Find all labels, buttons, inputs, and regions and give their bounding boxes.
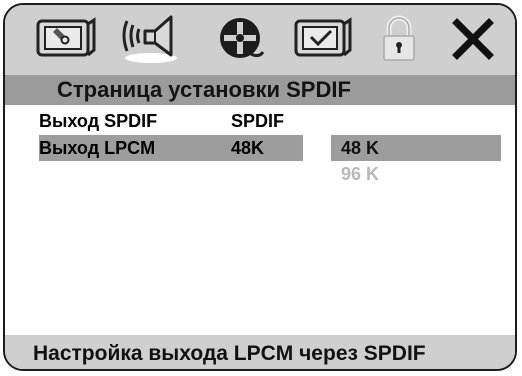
setting-label: Выход SPDIF [39, 111, 158, 131]
settings-panel: Выход SPDIF SPDIF Выход LPCM 48K 48 K 96… [5, 105, 515, 335]
setting-row-lpcm-output[interactable]: Выход LPCM 48K [39, 136, 303, 160]
setting-label: Выход LPCM [39, 138, 156, 158]
page-title: Страница установки SPDIF [57, 77, 351, 102]
page-title-bar: Страница установки SPDIF [5, 75, 515, 105]
password-lock-icon[interactable] [379, 15, 419, 63]
osd-setup-window: Страница установки SPDIF Выход SPDIF SPD… [3, 3, 517, 371]
option-96k[interactable]: 96 K [331, 161, 501, 187]
setup-toolbar [5, 5, 515, 75]
audio-setup-icon[interactable] [119, 15, 183, 63]
help-text: Настройка выхода LPCM через SPDIF [33, 342, 426, 365]
setting-value: 48K [231, 138, 265, 158]
exit-close-icon[interactable] [451, 15, 495, 63]
option-label: 48 K [341, 138, 380, 158]
preference-setup-icon[interactable] [293, 15, 353, 63]
general-setup-icon[interactable] [35, 15, 97, 63]
setting-value: SPDIF [231, 111, 285, 131]
video-setup-icon[interactable] [215, 15, 265, 63]
help-bar: Настройка выхода LPCM через SPDIF [5, 335, 515, 369]
option-label: 96 K [341, 164, 380, 184]
setting-row-spdif-output[interactable]: Выход SPDIF SPDIF [39, 109, 309, 133]
option-48k[interactable]: 48 K [331, 135, 501, 161]
